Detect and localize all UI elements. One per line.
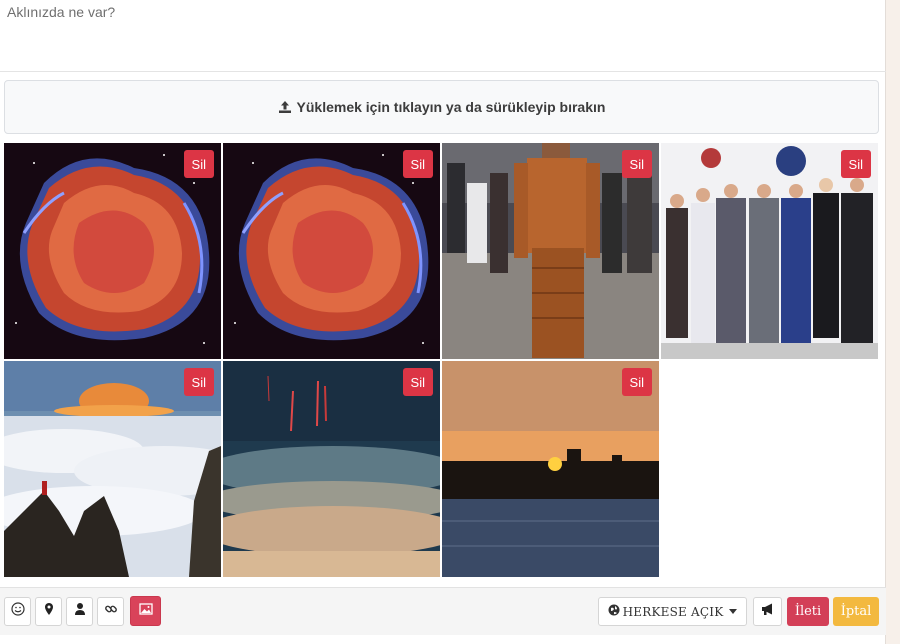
- delete-photo-button[interactable]: Sil: [840, 150, 871, 178]
- smile-icon: [10, 602, 25, 621]
- add-image-button[interactable]: [130, 596, 161, 626]
- upload-label: Yüklemek için tıklayın ya da sürükleyip …: [296, 99, 606, 115]
- delete-photo-button[interactable]: Sil: [402, 368, 433, 396]
- photo-thumb-sunset: Sil: [442, 361, 659, 577]
- post-composer-panel: Aklınızda ne var? Yüklemek için tıklayın…: [0, 0, 886, 644]
- delete-photo-button[interactable]: Sil: [621, 150, 652, 178]
- link-button[interactable]: [97, 597, 124, 626]
- upload-icon: [278, 100, 292, 114]
- emoji-button[interactable]: [4, 597, 31, 626]
- user-icon: [73, 602, 87, 621]
- image-icon: [138, 602, 153, 621]
- globe-icon: [608, 604, 623, 619]
- post-button[interactable]: İleti: [787, 597, 829, 626]
- privacy-label: HERKESE AÇIK: [622, 604, 724, 619]
- status-placeholder: Aklınızda ne var?: [7, 4, 116, 20]
- privacy-dropdown[interactable]: HERKESE AÇIK: [598, 597, 747, 626]
- photo-thumb-mountain: Sil: [4, 361, 221, 577]
- status-textarea[interactable]: Aklınızda ne var?: [0, 0, 886, 72]
- photo-thumb-group: Sil: [661, 143, 878, 359]
- chevron-down-icon: [729, 609, 738, 614]
- delete-photo-button[interactable]: Sil: [183, 368, 214, 396]
- photo-thumb-nebula-2: Sil: [223, 143, 440, 359]
- photo-grid: Sil Sil Sil Sil Sil Sil Sil: [4, 143, 880, 579]
- tag-user-button[interactable]: [66, 597, 93, 626]
- photo-thumb-sprites: Sil: [223, 361, 440, 577]
- cancel-button[interactable]: İptal: [833, 597, 879, 626]
- composer-toolbar: HERKESE AÇIK İleti İptal: [0, 587, 886, 635]
- photo-thumb-runway: Sil: [442, 143, 659, 359]
- delete-photo-button[interactable]: Sil: [183, 150, 214, 178]
- location-button[interactable]: [35, 597, 62, 626]
- link-icon: [104, 602, 118, 621]
- location-pin-icon: [42, 602, 56, 621]
- delete-photo-button[interactable]: Sil: [402, 150, 433, 178]
- upload-dropzone[interactable]: Yüklemek için tıklayın ya da sürükleyip …: [4, 80, 879, 134]
- photo-thumb-nebula-1: Sil: [4, 143, 221, 359]
- announce-button[interactable]: [753, 597, 782, 626]
- delete-photo-button[interactable]: Sil: [621, 368, 652, 396]
- megaphone-icon: [761, 602, 775, 621]
